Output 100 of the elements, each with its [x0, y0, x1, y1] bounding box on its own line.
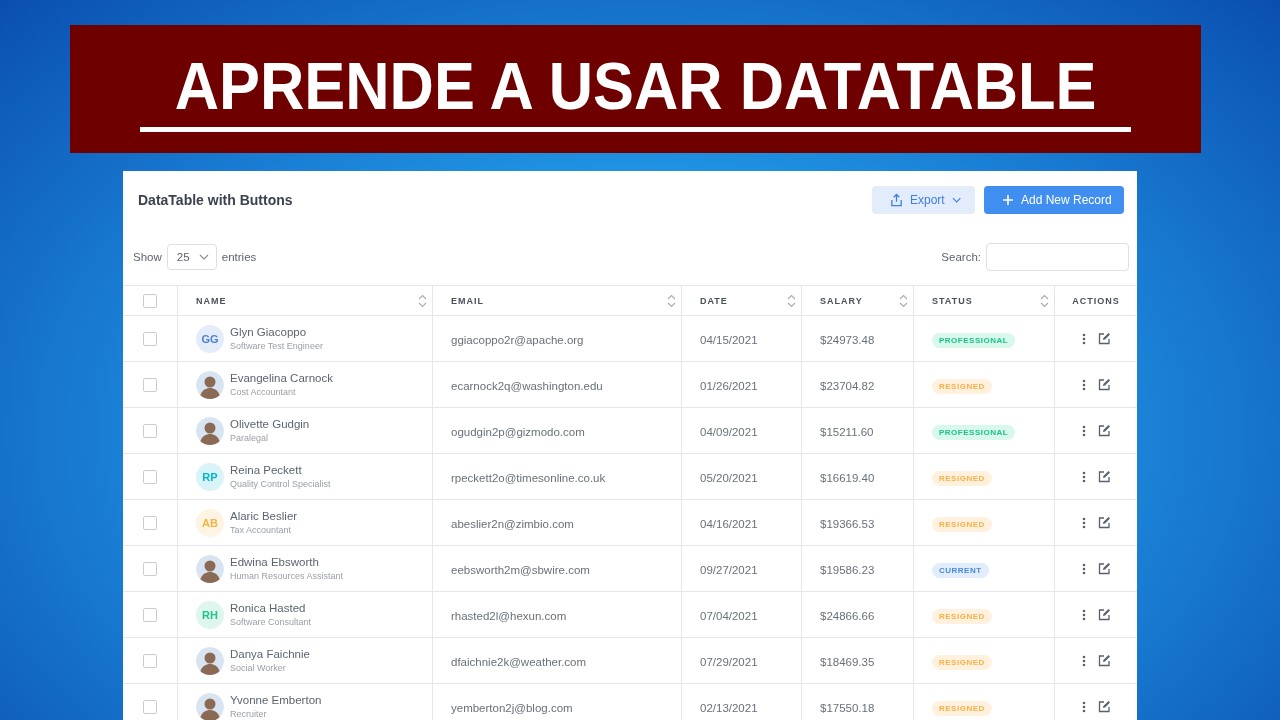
more-vertical-icon[interactable]: [1081, 700, 1086, 713]
search-field[interactable]: [986, 243, 1129, 271]
person-name: Olivette Gudgin: [230, 417, 310, 432]
email-text: abeslier2n@zimbio.com: [450, 517, 574, 530]
more-vertical-icon[interactable]: [1081, 424, 1086, 437]
email-text: rpeckett2o@timesonline.co.uk: [450, 471, 606, 484]
status-badge: RESIGNED: [932, 701, 992, 716]
more-vertical-icon[interactable]: [1081, 332, 1086, 345]
person-role: Human Resources Assistant: [230, 570, 344, 582]
person-role: Quality Control Specialist: [230, 478, 331, 490]
more-vertical-icon[interactable]: [1081, 378, 1086, 391]
more-vertical-icon[interactable]: [1081, 470, 1086, 483]
row-checkbox[interactable]: [143, 378, 157, 393]
salary-text: $15211.60: [819, 425, 874, 438]
person-name: Ronica Hasted: [230, 601, 307, 616]
person-name: Yvonne Emberton: [230, 693, 322, 708]
salary-text: $19366.53: [819, 517, 875, 530]
avatar-silhouette-icon: [196, 646, 224, 675]
select-all-checkbox[interactable]: [143, 294, 157, 309]
edit-icon[interactable]: [1097, 516, 1111, 529]
email-text: eebsworth2m@sbwire.com: [450, 563, 590, 576]
plus-icon: [1002, 194, 1014, 206]
person-name: Danya Faichnie: [230, 647, 310, 662]
row-checkbox[interactable]: [143, 332, 157, 347]
show-label: Show: [133, 251, 162, 263]
status-badge: CURRENT: [932, 563, 989, 578]
date-text: 04/16/2021: [699, 517, 758, 530]
row-checkbox[interactable]: [143, 424, 157, 439]
more-vertical-icon[interactable]: [1081, 562, 1086, 575]
email-text: yemberton2j@blog.com: [450, 701, 573, 714]
avatar-initials: GG: [196, 324, 224, 353]
avatar-silhouette-icon: [196, 692, 224, 720]
column-header[interactable]: EMAIL: [451, 295, 484, 306]
person-name: Edwina Ebsworth: [230, 555, 320, 570]
search-label: Search:: [941, 251, 981, 263]
date-text: 09/27/2021: [699, 563, 758, 576]
edit-icon[interactable]: [1097, 332, 1111, 345]
person-role: Tax Accountant: [230, 524, 293, 536]
status-badge: RESIGNED: [932, 655, 992, 670]
chevron-down-icon: [198, 253, 209, 261]
avatar-silhouette-icon: [196, 554, 224, 583]
more-vertical-icon[interactable]: [1081, 516, 1086, 529]
status-badge: RESIGNED: [932, 471, 992, 486]
salary-text: $23704.82: [819, 379, 875, 392]
email-text: rhasted2l@hexun.com: [450, 609, 567, 622]
entries-select[interactable]: 25: [166, 244, 217, 270]
column-header[interactable]: SALARY: [820, 295, 863, 306]
person-role: Software Test Engineer: [230, 340, 323, 352]
salary-text: $16619.40: [819, 471, 875, 484]
date-text: 02/13/2021: [699, 701, 758, 714]
person-role: Paralegal: [230, 432, 270, 444]
status-badge: RESIGNED: [932, 609, 992, 624]
avatar-initials: RH: [196, 600, 224, 629]
edit-icon[interactable]: [1097, 378, 1111, 391]
row-checkbox[interactable]: [143, 608, 157, 623]
more-vertical-icon[interactable]: [1081, 654, 1086, 667]
salary-text: $24973.48: [819, 333, 875, 346]
date-text: 05/20/2021: [699, 471, 758, 484]
date-text: 04/09/2021: [699, 425, 758, 438]
column-header[interactable]: STATUS: [932, 295, 973, 306]
salary-text: $19586.23: [819, 563, 875, 576]
export-icon: [890, 193, 903, 207]
chevron-down-icon: [951, 196, 961, 204]
row-checkbox[interactable]: [143, 516, 157, 531]
person-role: Software Consultant: [230, 616, 312, 628]
date-text: 01/26/2021: [699, 379, 758, 392]
status-badge: PROFESSIONAL: [932, 333, 1016, 348]
person-name: Glyn Giacoppo: [230, 325, 308, 340]
row-checkbox[interactable]: [143, 470, 157, 485]
salary-text: $24866.66: [819, 609, 875, 622]
status-badge: PROFESSIONAL: [932, 425, 1016, 440]
edit-icon[interactable]: [1097, 470, 1111, 483]
person-name: Evangelina Carnock: [230, 371, 333, 386]
date-text: 07/29/2021: [699, 655, 758, 668]
more-vertical-icon[interactable]: [1081, 608, 1086, 621]
banner-title: APRENDE A USAR DATATABLE: [174, 47, 1097, 125]
salary-text: $17550.18: [819, 701, 875, 714]
email-text: ggiacoppo2r@apache.org: [450, 333, 584, 346]
avatar-silhouette-icon: [196, 416, 224, 445]
avatar-silhouette-icon: [196, 370, 224, 399]
column-header[interactable]: NAME: [196, 295, 227, 306]
edit-icon[interactable]: [1097, 654, 1111, 667]
edit-icon[interactable]: [1097, 700, 1111, 713]
card-title: DataTable with Buttons: [138, 192, 293, 208]
edit-icon[interactable]: [1097, 424, 1111, 437]
row-checkbox[interactable]: [143, 700, 157, 715]
salary-text: $18469.35: [819, 655, 875, 668]
column-header[interactable]: DATE: [700, 295, 728, 306]
email-text: dfaichnie2k@weather.com: [450, 655, 587, 668]
avatar-initials: RP: [196, 462, 224, 491]
status-badge: RESIGNED: [932, 517, 992, 532]
row-checkbox[interactable]: [143, 654, 157, 669]
person-role: Social Worker: [230, 662, 287, 674]
entries-label: entries: [221, 251, 257, 263]
row-checkbox[interactable]: [143, 562, 157, 577]
email-text: ecarnock2q@washington.edu: [450, 379, 603, 392]
status-badge: RESIGNED: [932, 379, 992, 394]
person-name: Alaric Beslier: [230, 509, 298, 524]
edit-icon[interactable]: [1097, 608, 1111, 621]
edit-icon[interactable]: [1097, 562, 1111, 575]
